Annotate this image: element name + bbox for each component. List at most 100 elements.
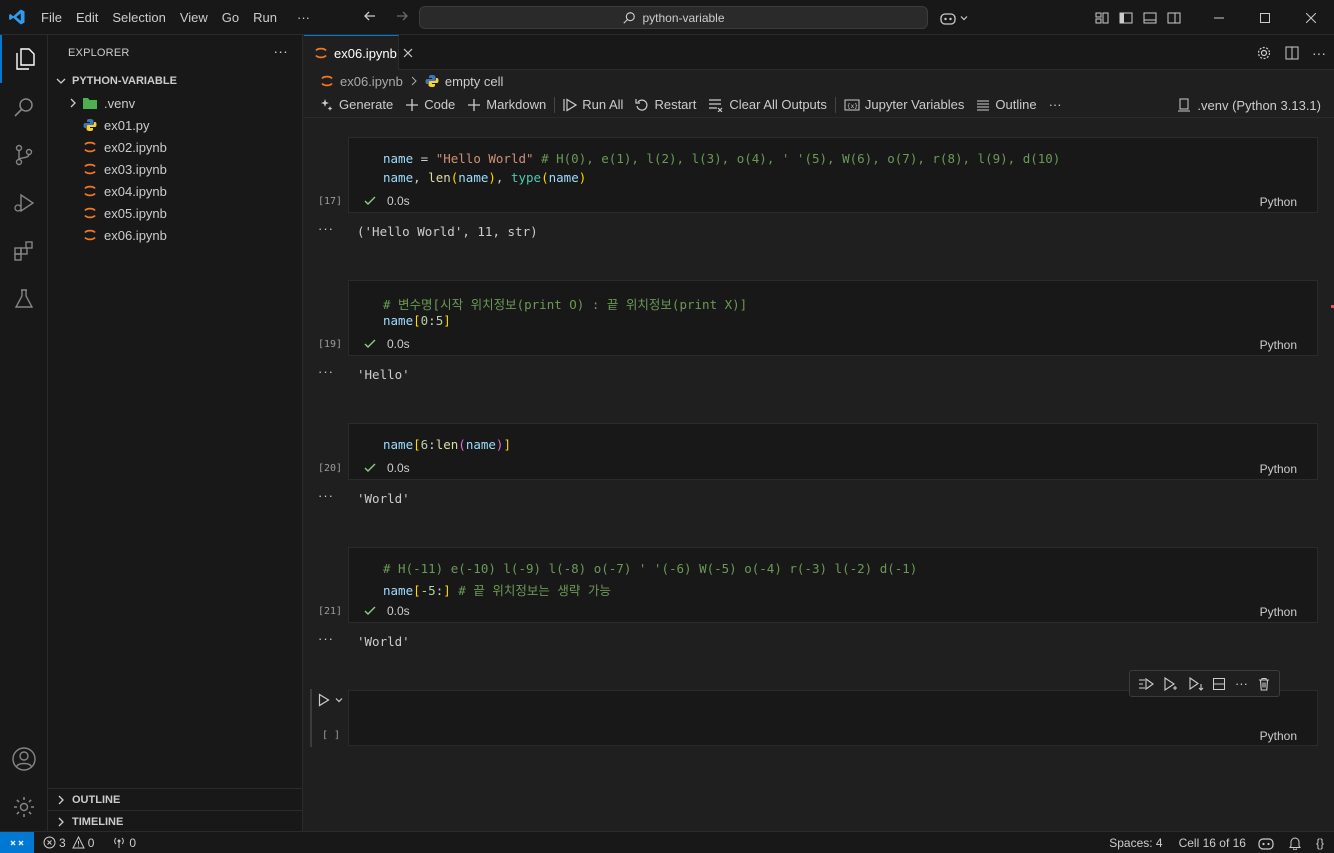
notebook-settings-gear-icon[interactable] <box>1256 45 1272 61</box>
search-view-icon[interactable] <box>0 83 48 131</box>
cell-more-icon[interactable]: ··· <box>1235 676 1248 691</box>
jupyter-variables-button[interactable]: {x} Jupyter Variables <box>838 94 970 116</box>
outline-button[interactable]: Outline <box>970 94 1042 116</box>
kernel-picker[interactable]: .venv (Python 3.13.1) <box>1177 94 1321 116</box>
menu-run[interactable]: Run <box>246 0 284 35</box>
more-label: ··· <box>1048 97 1062 112</box>
run-below-icon[interactable] <box>1188 676 1204 691</box>
code-editor[interactable]: name = "Hello World" # H(0), e(1), l(2),… <box>348 137 1318 213</box>
minimize-icon[interactable] <box>1196 0 1242 35</box>
cell-status: 0.0s <box>363 604 410 618</box>
settings-gear-icon[interactable] <box>0 783 48 831</box>
tree-item-ex01[interactable]: ex01.py <box>48 114 302 136</box>
run-by-line-icon[interactable] <box>1163 676 1179 691</box>
split-editor-icon[interactable] <box>1284 45 1300 61</box>
menu-view[interactable]: View <box>173 0 215 35</box>
close-tab-icon[interactable] <box>403 48 413 58</box>
generate-button[interactable]: Generate <box>314 94 399 116</box>
language-braces[interactable]: {} <box>1316 836 1324 850</box>
tree-item-ex04[interactable]: ex04.ipynb <box>48 180 302 202</box>
close-window-icon[interactable] <box>1288 0 1334 35</box>
more-actions-icon[interactable]: ··· <box>1312 45 1326 61</box>
output-more-icon[interactable]: ··· <box>318 631 334 646</box>
ports-count: 0 <box>129 835 137 850</box>
tree-item-ex02[interactable]: ex02.ipynb <box>48 136 302 158</box>
notifications-bell-icon[interactable] <box>1288 836 1302 850</box>
breadcrumb-cell[interactable]: empty cell <box>445 74 504 89</box>
menu-selection[interactable]: Selection <box>105 0 172 35</box>
toggle-panel-icon[interactable] <box>1142 10 1158 26</box>
output-more-icon[interactable]: ··· <box>318 364 334 379</box>
remote-indicator-icon[interactable] <box>0 831 34 853</box>
tree-item-ex03[interactable]: ex03.ipynb <box>48 158 302 180</box>
broadcast-icon <box>112 836 126 849</box>
restart-icon <box>635 98 649 112</box>
source-control-icon[interactable] <box>0 131 48 179</box>
account-icon[interactable] <box>0 735 48 783</box>
folder-header[interactable]: PYTHON-VARIABLE <box>48 70 302 92</box>
code-editor[interactable]: # H(-11) e(-10) l(-9) l(-8) o(-7) ' '(-6… <box>348 547 1318 623</box>
breadcrumb-file[interactable]: ex06.ipynb <box>340 74 403 89</box>
explorer-icon[interactable] <box>0 35 48 83</box>
menu-edit[interactable]: Edit <box>69 0 105 35</box>
add-markdown-button[interactable]: Markdown <box>461 94 552 116</box>
python-file-icon <box>425 74 439 88</box>
problems-indicator[interactable]: 3 0 <box>38 836 99 850</box>
exec-time: 0.0s <box>387 337 410 351</box>
code-editor[interactable]: name[6:len(name)] 0.0s Python <box>348 423 1318 480</box>
code-editor[interactable]: Python <box>348 690 1318 746</box>
code-editor[interactable]: # 변수명[시작 위치정보(print O) : 끝 위치정보(print X)… <box>348 280 1318 356</box>
warning-count: 0 <box>87 835 95 850</box>
restart-button[interactable]: Restart <box>629 94 702 116</box>
customize-layout-icon[interactable] <box>1094 10 1110 26</box>
execution-count: [20] <box>318 463 343 474</box>
indentation-status[interactable]: Spaces: 4 <box>1105 836 1166 850</box>
back-arrow-icon[interactable] <box>362 8 390 24</box>
toggle-secondary-sidebar-icon[interactable] <box>1166 10 1182 26</box>
run-above-icon[interactable] <box>1138 677 1155 691</box>
explorer-header: EXPLORER ··· <box>48 35 302 70</box>
testing-flask-icon[interactable] <box>0 275 48 323</box>
run-debug-icon[interactable] <box>0 179 48 227</box>
forward-arrow-icon[interactable] <box>394 8 422 24</box>
menu-file[interactable]: File <box>34 0 69 35</box>
output-more-icon[interactable]: ··· <box>318 221 334 236</box>
jupyter-notebook-icon <box>82 183 98 199</box>
copilot-icon[interactable] <box>940 8 972 28</box>
tab-ex06[interactable]: ex06.ipynb <box>304 35 413 70</box>
timeline-section[interactable]: TIMELINE <box>48 810 303 833</box>
copilot-status-icon[interactable] <box>1258 836 1274 850</box>
menu-go[interactable]: Go <box>215 0 246 35</box>
chevron-down-icon[interactable] <box>334 695 344 705</box>
cell-position-status[interactable]: Cell 16 of 16 <box>1175 836 1250 850</box>
tree-item-ex05[interactable]: ex05.ipynb <box>48 202 302 224</box>
extensions-icon[interactable] <box>0 227 48 275</box>
ports-indicator[interactable]: 0 <box>107 836 141 850</box>
output-more-icon[interactable]: ··· <box>318 488 334 503</box>
tab-actions: ··· <box>1256 35 1326 70</box>
cell-language[interactable]: Python <box>1260 729 1297 743</box>
outline-section[interactable]: OUTLINE <box>48 788 303 811</box>
toolbar-more-button[interactable]: ··· <box>1043 94 1068 116</box>
timeline-title: TIMELINE <box>72 816 124 828</box>
cell-language[interactable]: Python <box>1260 462 1297 476</box>
tree-item-venv[interactable]: .venv <box>48 92 302 114</box>
tree-item-ex06[interactable]: ex06.ipynb <box>48 224 302 246</box>
delete-trash-icon[interactable] <box>1257 677 1271 691</box>
command-center-search[interactable]: python-variable <box>419 6 928 29</box>
markdown-label: Markdown <box>486 97 547 112</box>
maximize-icon[interactable] <box>1242 0 1288 35</box>
cell-language[interactable]: Python <box>1260 338 1297 352</box>
run-cell-button[interactable] <box>318 693 344 707</box>
menu-more[interactable]: ··· <box>290 0 317 35</box>
cell-language[interactable]: Python <box>1260 605 1297 619</box>
toggle-primary-sidebar-icon[interactable] <box>1118 10 1134 26</box>
clear-outputs-button[interactable]: Clear All Outputs <box>702 94 833 116</box>
add-code-button[interactable]: Code <box>399 94 461 116</box>
explorer-more-button[interactable]: ··· <box>273 43 288 59</box>
cell-language[interactable]: Python <box>1260 195 1297 209</box>
jupyter-notebook-icon <box>82 161 98 177</box>
nav-buttons <box>362 8 422 24</box>
run-all-button[interactable]: Run All <box>557 94 629 116</box>
split-cell-icon[interactable] <box>1212 677 1226 691</box>
